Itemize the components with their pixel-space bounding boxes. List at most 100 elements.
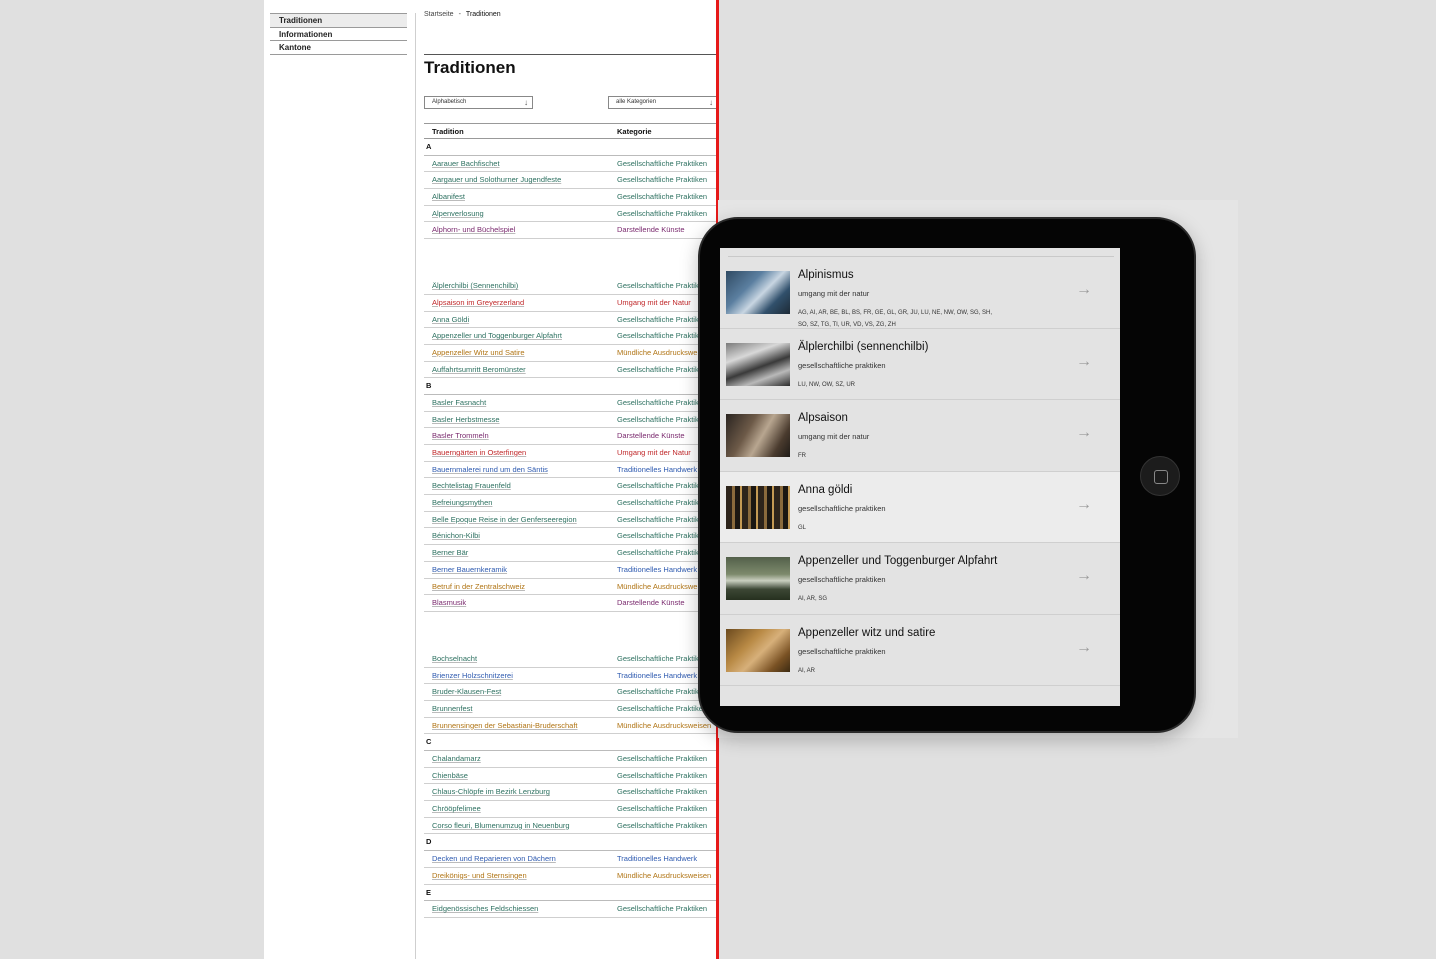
tradition-link[interactable]: Befreiungsmythen <box>432 498 492 507</box>
tradition-link[interactable]: Belle Epoque Reise in der Genferseeregio… <box>432 515 577 524</box>
tablet-list-item[interactable]: Appenzeller witz und satire gesellschaftl… <box>720 615 1120 686</box>
tradition-link[interactable]: Auffahrtsumritt Beromünster <box>432 365 526 374</box>
sidebar-item-traditionen[interactable]: Traditionen <box>270 14 407 28</box>
category-link[interactable]: Gesellschaftliche Praktiken <box>617 654 707 663</box>
category-link[interactable]: Gesellschaftliche Praktiken <box>617 771 707 780</box>
tradition-link[interactable]: Berner Bär <box>432 548 468 557</box>
tradition-link[interactable]: Berner Bauernkeramik <box>432 565 507 574</box>
category-link[interactable]: Gesellschaftliche Praktiken <box>617 704 707 713</box>
category-select[interactable]: alle Kategorien ↓ <box>608 96 718 109</box>
sidebar-item-informationen[interactable]: Informationen <box>270 28 407 41</box>
tablet-list-item[interactable]: Appenzeller und Toggenburger Alpfahrt ges… <box>720 543 1120 615</box>
category-link[interactable]: Gesellschaftliche Praktiken <box>617 531 707 540</box>
category-link[interactable]: Gesellschaftliche Praktiken <box>617 904 707 913</box>
category-link[interactable]: Gesellschaftliche Praktiken <box>617 281 707 290</box>
category-link[interactable]: Traditionelles Handwerk <box>617 854 697 863</box>
category-link[interactable]: Gesellschaftliche Praktiken <box>617 687 707 696</box>
tradition-link[interactable]: Corso fleuri, Blumenumzug in Neuenburg <box>432 821 570 830</box>
letter-heading: E <box>424 885 718 902</box>
category-link[interactable]: Traditionelles Handwerk <box>617 565 697 574</box>
category-link[interactable]: Gesellschaftliche Praktiken <box>617 754 707 763</box>
category-link[interactable]: Umgang mit der Natur <box>617 448 691 457</box>
table-row: Bochselnacht Gesellschaftliche Praktiken <box>424 651 718 668</box>
category-link[interactable]: Darstellende Künste <box>617 598 685 607</box>
category-link[interactable]: Gesellschaftliche Praktiken <box>617 365 707 374</box>
tradition-link[interactable]: Basler Fasnacht <box>432 398 486 407</box>
category-link[interactable]: Darstellende Künste <box>617 431 685 440</box>
tradition-link[interactable]: Appenzeller Witz und Satire <box>432 348 525 357</box>
tablet-list-item[interactable]: Anna göldi gesellschaftliche praktiken GL → <box>720 471 1120 543</box>
category-link[interactable]: Gesellschaftliche Praktiken <box>617 175 707 184</box>
tradition-link[interactable]: Eidgenössisches Feldschiessen <box>432 904 538 913</box>
canton-line: FR <box>798 453 806 459</box>
tradition-link[interactable]: Alpsaison im Greyerzerland <box>432 298 524 307</box>
tradition-link[interactable]: Chalandamarz <box>432 754 481 763</box>
sort-select[interactable]: Alphabetisch ↓ <box>424 96 533 109</box>
tradition-link[interactable]: Bechtelistag Frauenfeld <box>432 481 511 490</box>
tradition-link[interactable]: Bruder-Klausen-Fest <box>432 687 501 696</box>
tradition-thumbnail <box>726 414 790 457</box>
tradition-link[interactable]: Alpenverlosung <box>432 209 484 218</box>
table-body: A Aarauer Bachfischet Gesellschaftliche Pr… <box>424 139 718 918</box>
table-row: Bauerngärten in Osterfingen Umgang mit de… <box>424 445 718 462</box>
category-link[interactable]: Gesellschaftliche Praktiken <box>617 515 707 524</box>
table-row: Bechtelistag Frauenfeld Gesellschaftliche… <box>424 478 718 496</box>
table-row: Appenzeller Witz und Satire Mündliche Aus… <box>424 345 718 362</box>
tradition-link[interactable]: Bauerngärten in Osterfingen <box>432 448 526 457</box>
canton-line: AG, AI, AR, BE, BL, BS, FR, GE, GL, GR, … <box>798 310 993 316</box>
tradition-link[interactable]: Älplerchilbi (Sennenchilbi) <box>432 281 518 290</box>
category-link[interactable]: Gesellschaftliche Praktiken <box>617 787 707 796</box>
category-link[interactable]: Gesellschaftliche Praktiken <box>617 398 707 407</box>
tradition-link[interactable]: Anna Göldi <box>432 315 469 324</box>
breadcrumb-home-link[interactable]: Startseite <box>424 11 454 18</box>
tradition-link[interactable]: Chlaus-Chlöpfe im Bezirk Lenzburg <box>432 787 550 796</box>
tradition-link[interactable]: Brunnensingen der Sebastiani-Bruderschaf… <box>432 721 578 730</box>
tablet-list-item[interactable]: Älplerchilbi (sennenchilbi) gesellschaftl… <box>720 329 1120 400</box>
category-link[interactable]: Traditionelles Handwerk <box>617 671 697 680</box>
category-link[interactable]: Gesellschaftliche Praktiken <box>617 415 707 424</box>
tradition-link[interactable]: Betruf in der Zentralschweiz <box>432 582 525 591</box>
table-row: Brunnensingen der Sebastiani-Bruderschaf… <box>424 718 718 735</box>
tradition-link[interactable]: Bauernmalerei rund um den Säntis <box>432 465 548 474</box>
category-link[interactable]: Gesellschaftliche Praktiken <box>617 498 707 507</box>
category-link[interactable]: Gesellschaftliche Praktiken <box>617 548 707 557</box>
category-link[interactable]: Mündliche Ausdrucksweisen <box>617 871 711 880</box>
tradition-link[interactable]: Basler Herbstmesse <box>432 415 500 424</box>
category-link[interactable]: Gesellschaftliche Praktiken <box>617 209 707 218</box>
table-row: Decken und Reparieren von Dächern Traditi… <box>424 851 718 868</box>
tradition-link[interactable]: Brienzer Holzschnitzerei <box>432 671 513 680</box>
tradition-link[interactable]: Bénichon-Kilbi <box>432 531 480 540</box>
tradition-link[interactable]: Decken und Reparieren von Dächern <box>432 854 556 863</box>
tablet-list-item[interactable]: Alpinismus umgang mit der natur AG, AI, AR… <box>720 257 1120 329</box>
category-link[interactable]: Gesellschaftliche Praktiken <box>617 481 707 490</box>
table-row: Eidgenössisches Feldschiessen Gesellschaf… <box>424 901 718 918</box>
tradition-link[interactable]: Basler Trommeln <box>432 431 489 440</box>
tradition-link[interactable]: Chienbäse <box>432 771 468 780</box>
tradition-link[interactable]: Appenzeller und Toggenburger Alpfahrt <box>432 331 562 340</box>
category-link[interactable]: Gesellschaftliche Praktiken <box>617 315 707 324</box>
category-link[interactable]: Mündliche Ausdrucksweisen <box>617 721 711 730</box>
category-link[interactable]: Gesellschaftliche Praktiken <box>617 192 707 201</box>
canton-line: LU, NW, OW, SZ, UR <box>798 381 856 388</box>
category-link[interactable]: Gesellschaftliche Praktiken <box>617 804 707 813</box>
category-link[interactable]: Traditionelles Handwerk <box>617 465 697 474</box>
sidebar-item-kantone[interactable]: Kantone <box>270 41 407 55</box>
item-category: gesellschaftliche praktiken <box>798 360 886 370</box>
tradition-link[interactable]: Bochselnacht <box>432 654 477 663</box>
tradition-link[interactable]: Aarauer Bachfischet <box>432 159 500 168</box>
tradition-link[interactable]: Dreikönigs- und Sternsingen <box>432 871 527 880</box>
tablet-list-item[interactable]: Alpsaison umgang mit der natur FR → <box>720 400 1120 472</box>
tradition-link[interactable]: Chrööpfelimee <box>432 804 481 813</box>
category-link[interactable]: Gesellschaftliche Praktiken <box>617 821 707 830</box>
category-link[interactable]: Darstellende Künste <box>617 225 685 234</box>
table-row: Bruder-Klausen-Fest Gesellschaftliche Pra… <box>424 684 718 701</box>
category-link[interactable]: Gesellschaftliche Praktiken <box>617 159 707 168</box>
tradition-link[interactable]: Brunnenfest <box>432 704 472 713</box>
tradition-link[interactable]: Alphorn- und Büchelspiel <box>432 225 515 234</box>
tradition-link[interactable]: Blasmusik <box>432 598 466 607</box>
tradition-link[interactable]: Aargauer und Solothurner Jugendfeste <box>432 175 561 184</box>
category-link[interactable]: Gesellschaftliche Praktiken <box>617 331 707 340</box>
category-link[interactable]: Umgang mit der Natur <box>617 298 691 307</box>
column-divider <box>415 13 416 959</box>
tradition-link[interactable]: Albanifest <box>432 192 465 201</box>
